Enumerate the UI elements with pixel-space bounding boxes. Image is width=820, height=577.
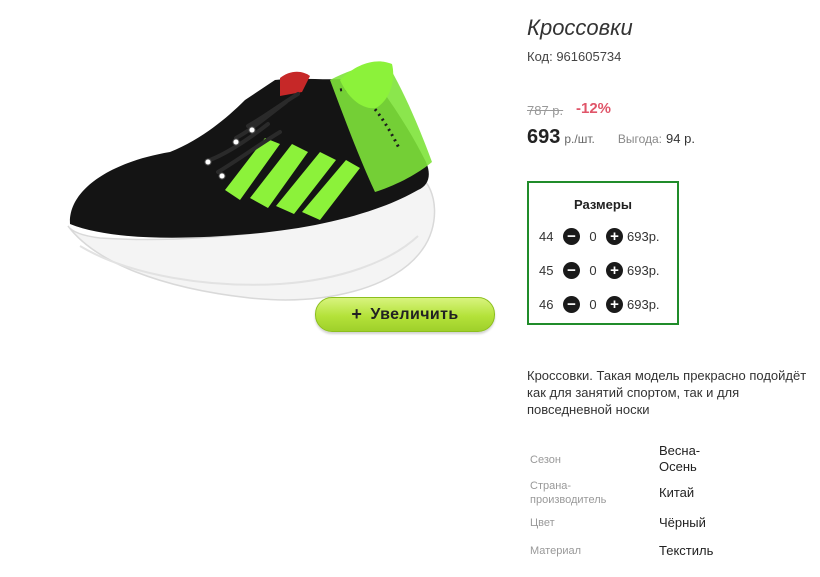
sizes-title: Размеры — [574, 197, 632, 212]
plus-circle-icon[interactable]: + — [606, 227, 623, 245]
plus-icon: + — [351, 304, 363, 324]
size-row: 46 − 0 + 693р. — [539, 294, 660, 314]
minus-circle-icon[interactable]: − — [563, 227, 580, 245]
sneaker-image — [67, 61, 436, 301]
quantity-value[interactable]: 0 — [580, 263, 606, 278]
size-price: 693р. — [627, 262, 660, 278]
price-unit: р./шт. — [564, 132, 595, 146]
plus-circle-icon[interactable]: + — [606, 261, 623, 279]
minus-circle-icon[interactable]: − — [563, 261, 580, 279]
attribute-value-color: Чёрный — [659, 515, 706, 530]
benefit-label: Выгода: — [617, 132, 663, 146]
attribute-label-country: Страна- производитель — [530, 480, 607, 506]
benefit-value: 94 р. — [666, 131, 695, 146]
size-row: 44 − 0 + 693р. — [539, 226, 660, 246]
attribute-label-color: Цвет — [530, 517, 555, 529]
size-value: 44 — [539, 228, 554, 244]
discount-badge: -12% — [576, 100, 612, 117]
quantity-value[interactable]: 0 — [580, 229, 606, 244]
old-price: 787 р. — [527, 103, 564, 118]
zoom-button[interactable]: + Увеличить — [315, 297, 495, 332]
sizes-panel: Размеры 44 − 0 + 693р. 45 − 0 + 693р. 46… — [527, 181, 679, 325]
attribute-value-material: Текстиль — [659, 543, 714, 558]
size-price: 693р. — [627, 296, 660, 312]
product-description: Кроссовки. Такая модель прекрасно подойд… — [527, 368, 807, 417]
size-value: 45 — [539, 262, 554, 278]
product-code: Код: 961605734 — [527, 49, 622, 64]
attribute-value-country: Китай — [659, 485, 695, 500]
quantity-value[interactable]: 0 — [580, 297, 606, 312]
size-value: 46 — [539, 296, 554, 312]
product-image[interactable] — [40, 40, 460, 320]
price-value: 693 — [527, 126, 561, 148]
attribute-label-season: Сезон — [530, 454, 561, 466]
size-price: 693р. — [627, 228, 660, 244]
attribute-label-material: Материал — [530, 545, 581, 557]
zoom-button-label: Увеличить — [370, 305, 459, 323]
attribute-value-season: Весна- Осень — [659, 443, 701, 474]
product-title: Кроссовки — [527, 15, 633, 40]
minus-circle-icon[interactable]: − — [563, 295, 580, 313]
size-row: 45 − 0 + 693р. — [539, 260, 660, 280]
price-row: 693 р./шт. Выгода: 94 р. — [527, 126, 695, 149]
plus-circle-icon[interactable]: + — [606, 295, 623, 313]
